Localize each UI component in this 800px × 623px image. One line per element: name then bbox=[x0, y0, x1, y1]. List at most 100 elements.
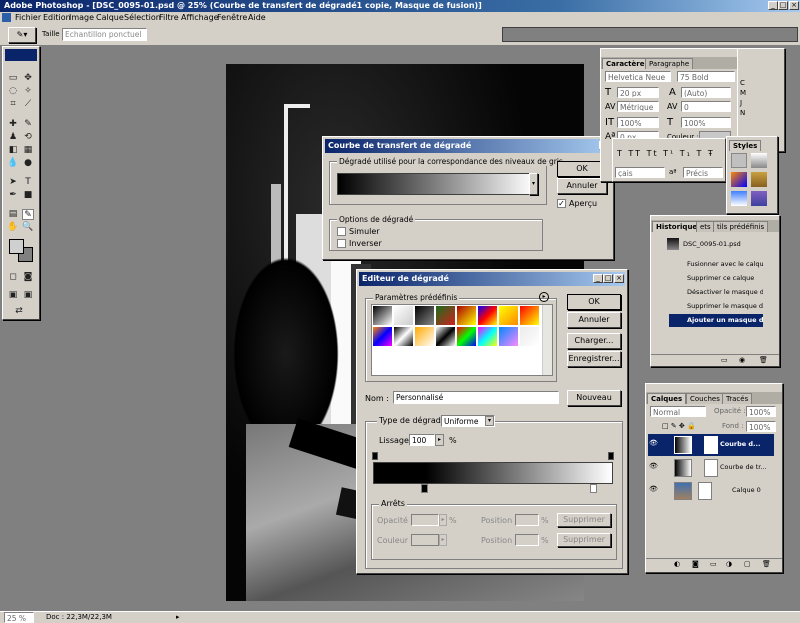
gradient-type-arrow[interactable]: ▾ bbox=[485, 416, 494, 426]
color-stop-right[interactable] bbox=[590, 484, 597, 493]
smoothness-arrow[interactable]: ▸ bbox=[435, 434, 444, 446]
menu-fichier[interactable]: Fichier bbox=[15, 13, 41, 22]
kerning-field[interactable]: Métrique bbox=[617, 101, 659, 112]
layer-row-2[interactable]: 👁 Courbe de tr... bbox=[648, 457, 774, 479]
close-button[interactable]: × bbox=[789, 1, 799, 10]
sample-size-select[interactable]: Echantillon ponctuel bbox=[62, 28, 147, 41]
fill-field[interactable]: 100% bbox=[746, 421, 776, 432]
tracking-field[interactable]: 0 bbox=[681, 101, 731, 112]
editor-cancel-button[interactable]: Annuler bbox=[567, 312, 621, 328]
eyedropper-tool-icon[interactable]: ✎ bbox=[22, 209, 34, 220]
history-item-2[interactable]: Supprimer ce calque bbox=[669, 272, 763, 285]
tab-layers[interactable]: Calques bbox=[647, 393, 687, 404]
healing-tool-icon[interactable]: ✚ bbox=[7, 119, 19, 130]
brush-tool-icon[interactable]: ✎ bbox=[22, 119, 34, 130]
new-set-icon[interactable]: ▭ bbox=[710, 560, 717, 568]
dodge-tool-icon[interactable]: ● bbox=[22, 158, 34, 169]
add-mask-icon[interactable]: ◙ bbox=[692, 560, 699, 568]
quickmask-mode-icon[interactable]: ◙ bbox=[22, 272, 34, 283]
crop-tool-icon[interactable]: ⌗ bbox=[7, 99, 19, 110]
menu-aide[interactable]: Aide bbox=[248, 13, 266, 22]
standard-mode-icon[interactable]: ◻ bbox=[7, 272, 19, 283]
zoom-field[interactable]: 25 % bbox=[4, 612, 34, 623]
menu-fenetre[interactable]: Fenêtre bbox=[217, 13, 247, 22]
tab-tool-presets[interactable]: tils prédéfinis bbox=[713, 221, 769, 232]
smoothness-field[interactable]: 100 bbox=[409, 434, 435, 446]
hand-tool-icon[interactable]: ✋ bbox=[7, 222, 19, 233]
vscale-field[interactable]: 100% bbox=[617, 117, 659, 128]
invert-checkbox[interactable] bbox=[337, 239, 346, 248]
opacity-stop-right[interactable] bbox=[608, 452, 614, 460]
editor-close-button[interactable]: × bbox=[614, 274, 624, 283]
gradient-tool-icon[interactable]: ▦ bbox=[22, 145, 34, 156]
status-arrow-icon[interactable]: ▸ bbox=[176, 613, 180, 621]
stop-color-swatch[interactable] bbox=[411, 534, 439, 546]
stop-color-delete-button[interactable]: Supprimer bbox=[557, 533, 611, 547]
menu-edition[interactable]: Edition bbox=[43, 13, 71, 22]
move-tool-icon[interactable]: ✥ bbox=[22, 73, 34, 84]
eraser-tool-icon[interactable]: ◧ bbox=[7, 145, 19, 156]
tab-actions[interactable]: ets bbox=[696, 221, 715, 232]
history-item-5[interactable]: Ajouter un masque de... bbox=[669, 314, 763, 327]
hscale-field[interactable]: 100% bbox=[681, 117, 731, 128]
antialias-select[interactable]: Précis bbox=[683, 167, 723, 178]
menu-affichage[interactable]: Affichage bbox=[181, 13, 219, 22]
history-item-1[interactable]: Fusionner avec le calque inf... bbox=[669, 258, 763, 271]
name-field[interactable]: Personnalisé bbox=[393, 391, 559, 404]
blend-mode-select[interactable]: Normal bbox=[650, 406, 706, 417]
imageready-icon[interactable]: ⇄ bbox=[13, 306, 25, 317]
leading-field[interactable]: (Auto) bbox=[681, 87, 731, 98]
editor-save-button[interactable]: Enregistrer... bbox=[567, 351, 621, 367]
new-document-from-state-icon[interactable]: ▭ bbox=[721, 356, 728, 364]
blur-tool-icon[interactable]: 💧 bbox=[7, 158, 19, 169]
font-style-select[interactable]: 75 Bold bbox=[677, 71, 735, 82]
fullscreen-mode-icon[interactable]: ▣ bbox=[22, 290, 34, 301]
zoom-tool-icon[interactable]: 🔍 bbox=[22, 222, 34, 233]
tab-paths[interactable]: Tracés bbox=[722, 393, 753, 404]
notes-tool-icon[interactable]: ▤ bbox=[7, 209, 19, 220]
editor-maximize-button[interactable]: □ bbox=[603, 274, 613, 283]
history-item-3[interactable]: Désactiver le masque de fusi... bbox=[669, 286, 763, 299]
editor-ok-button[interactable]: OK bbox=[567, 294, 621, 310]
stamp-tool-icon[interactable]: ♟ bbox=[7, 132, 19, 143]
layer-visibility-icon[interactable]: 👁 bbox=[649, 485, 658, 493]
maximize-button[interactable]: □ bbox=[778, 1, 788, 10]
layer-visibility-icon[interactable]: 👁 bbox=[649, 439, 658, 447]
menu-calque[interactable]: Calque bbox=[96, 13, 124, 22]
shape-tool-icon[interactable]: ■ bbox=[22, 190, 34, 201]
tab-character[interactable]: Caractère bbox=[602, 58, 649, 69]
history-snapshot-label[interactable]: DSC_0095-01.psd bbox=[683, 240, 741, 248]
type-tool-icon[interactable]: T bbox=[22, 177, 34, 188]
new-button[interactable]: Nouveau bbox=[567, 390, 621, 406]
gradient-dropdown-arrow[interactable]: ▾ bbox=[529, 173, 538, 195]
marquee-tool-icon[interactable]: ▭ bbox=[7, 73, 19, 84]
path-selection-tool-icon[interactable]: ➤ bbox=[7, 177, 19, 188]
stop-opacity-field[interactable] bbox=[411, 514, 439, 526]
presets-swatches[interactable] bbox=[371, 304, 553, 376]
stop-opacity-arrow[interactable]: ▸ bbox=[439, 514, 447, 526]
menu-selection[interactable]: Sélection bbox=[124, 13, 161, 22]
screen-mode-icon[interactable]: ▣ bbox=[7, 290, 19, 301]
language-select[interactable]: çais bbox=[615, 167, 665, 178]
opacity-stop-left[interactable] bbox=[372, 452, 378, 460]
magic-wand-tool-icon[interactable]: ✧ bbox=[22, 86, 34, 97]
layer-style-icon[interactable]: ◐ bbox=[674, 560, 680, 568]
opacity-field[interactable]: 100% bbox=[746, 406, 776, 417]
tab-history[interactable]: Historique bbox=[652, 221, 702, 232]
editor-load-button[interactable]: Charger... bbox=[567, 333, 621, 349]
stop-color-arrow[interactable]: ▸ bbox=[439, 534, 447, 546]
lock-icons[interactable]: □ ✎ ✥ 🔒 bbox=[662, 422, 696, 430]
history-brush-tool-icon[interactable]: ⟲ bbox=[22, 132, 34, 143]
delete-state-icon[interactable]: 🗑 bbox=[759, 356, 768, 364]
tab-paragraph[interactable]: Paragraphe bbox=[645, 58, 694, 69]
slice-tool-icon[interactable]: ⟋ bbox=[22, 99, 34, 110]
text-style-icons[interactable]: T TT Tt T¹ T₁ T Ŧ bbox=[617, 149, 715, 158]
tab-styles[interactable]: Styles bbox=[729, 140, 762, 151]
simulate-checkbox[interactable] bbox=[337, 227, 346, 236]
foreground-color-swatch[interactable] bbox=[9, 239, 24, 254]
delete-layer-icon[interactable]: 🗑 bbox=[762, 560, 771, 568]
stop-opacity-delete-button[interactable]: Supprimer bbox=[557, 513, 611, 527]
lasso-tool-icon[interactable]: ◌ bbox=[7, 86, 19, 97]
new-layer-icon[interactable]: ▢ bbox=[744, 560, 751, 568]
layer-row-1[interactable]: 👁 Courbe d... bbox=[648, 434, 774, 456]
